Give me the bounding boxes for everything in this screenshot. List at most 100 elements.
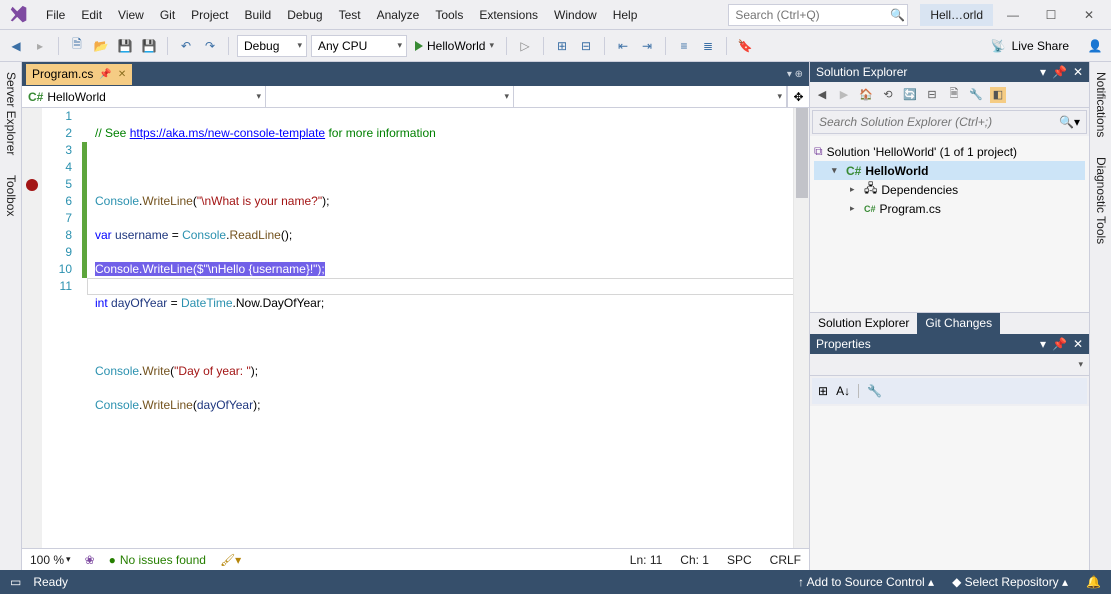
chevron-right-icon[interactable]: ▸ [850,184,860,195]
pin-icon[interactable]: 📌 [1052,65,1067,79]
code-editor[interactable]: // See https://aka.ms/new-console-templa… [87,108,793,548]
save-button[interactable]: 💾 [115,36,135,56]
project-node[interactable]: ▾ C# HelloWorld [814,161,1085,180]
select-repository[interactable]: ◆ Select Repository ▴ [952,575,1068,589]
doc-well-menu[interactable]: ▾ ⊕ [787,69,809,80]
sort-icon[interactable]: A↓ [836,384,850,398]
split-button[interactable]: ✥ [787,86,809,107]
notifications-icon[interactable]: 🔔 [1086,575,1101,589]
menu-project[interactable]: Project [183,4,236,26]
issues-icon[interactable]: ❀ [85,553,95,567]
undo-button[interactable]: ↶ [176,36,196,56]
context-member-select[interactable] [514,86,787,107]
show-all-icon[interactable]: 🗎 [946,87,962,103]
menu-file[interactable]: File [38,4,73,26]
dependencies-node[interactable]: ▸ 🖧 Dependencies [814,180,1085,199]
feedback-icon[interactable]: 👤 [1085,36,1105,56]
eol-indicator[interactable]: CRLF [770,553,801,567]
save-all-button[interactable]: 💾 [139,36,159,56]
paint-icon[interactable]: 🖌▾ [220,553,241,567]
menu-view[interactable]: View [110,4,152,26]
menu-window[interactable]: Window [546,4,605,26]
space-indicator[interactable]: SPC [727,553,752,567]
minimize-button[interactable]: — [995,2,1031,28]
solution-explorer-tab[interactable]: Solution Explorer [810,313,917,334]
solution-search[interactable]: 🔍▾ [812,110,1087,134]
line-indicator[interactable]: Ln: 11 [630,553,662,567]
vertical-scrollbar[interactable] [793,108,809,548]
close-icon[interactable]: ✕ [1073,65,1083,79]
panel-menu-icon[interactable]: ▾ [1040,337,1046,351]
pin-icon[interactable]: 📌 [99,69,111,80]
preview-icon[interactable]: ◧ [990,87,1006,103]
search-input[interactable] [735,8,890,22]
col-indicator[interactable]: Ch: 1 [680,553,709,567]
close-icon[interactable]: ✕ [118,69,126,80]
toolbox-tab[interactable]: Toolbox [0,165,21,226]
output-icon[interactable]: ▭ [10,575,21,589]
close-icon[interactable]: ✕ [1073,337,1083,351]
sync-icon[interactable]: ⟲ [880,87,896,103]
platform-select[interactable]: Any CPU [311,35,407,57]
panel-menu-icon[interactable]: ▾ [1040,65,1046,79]
indent-icon[interactable]: ⇤ [613,36,633,56]
start-debug-button[interactable]: HelloWorld ▾ [411,35,498,57]
context-project-select[interactable]: C# HelloWorld [22,86,266,107]
back-icon[interactable]: ◀ [814,87,830,103]
server-explorer-tab[interactable]: Server Explorer [0,62,21,165]
outdent-icon[interactable]: ⇥ [637,36,657,56]
pin-icon[interactable]: 📌 [1052,337,1067,351]
context-type-select[interactable] [266,86,514,107]
menu-debug[interactable]: Debug [279,4,330,26]
refresh-icon[interactable]: 🔄 [902,87,918,103]
menu-git[interactable]: Git [152,4,183,26]
maximize-button[interactable]: ☐ [1033,2,1069,28]
comment-icon[interactable]: ≡ [674,36,694,56]
close-button[interactable]: ✕ [1071,2,1107,28]
menu-build[interactable]: Build [237,4,280,26]
fwd-icon[interactable]: ▶ [836,87,852,103]
menu-tools[interactable]: Tools [427,4,471,26]
properties-dropdown[interactable]: ▾ [1078,359,1083,370]
diagnostic-tools-tab[interactable]: Diagnostic Tools [1090,147,1111,254]
categorize-icon[interactable]: ⊞ [818,384,828,398]
add-source-control[interactable]: ↑ Add to Source Control ▴ [798,575,934,589]
nav-back-button[interactable]: ◀ [6,36,26,56]
live-share-button[interactable]: Live Share [1012,39,1069,53]
open-button[interactable]: 📂 [91,36,111,56]
selected-line: Console.WriteLine($"\nHello {username}!"… [95,262,325,276]
properties-grid[interactable] [810,406,1089,570]
tool-icon[interactable]: ⊞ [552,36,572,56]
new-project-button[interactable]: 🗎 [67,36,87,56]
wrench-icon[interactable]: 🔧 [867,384,882,398]
issues-status[interactable]: ●No issues found [109,553,206,567]
document-tab-program[interactable]: Program.cs 📌 ✕ [26,64,132,85]
file-node-program[interactable]: ▸ C# Program.cs [814,199,1085,218]
home-icon[interactable]: 🏠 [858,87,874,103]
uncomment-icon[interactable]: ≣ [698,36,718,56]
solution-node[interactable]: ⧉ Solution 'HelloWorld' (1 of 1 project) [814,142,1085,161]
notifications-tab[interactable]: Notifications [1090,62,1111,147]
chevron-down-icon[interactable]: ▾ [832,165,842,176]
collapse-icon[interactable]: ⊟ [924,87,940,103]
breakpoint-gutter[interactable] [22,108,42,548]
config-select[interactable]: Debug [237,35,307,57]
zoom-select[interactable]: 100 % ▾ [30,553,71,567]
solution-search-input[interactable] [819,115,1059,129]
nav-fwd-button[interactable]: ▸ [30,36,50,56]
git-changes-tab[interactable]: Git Changes [917,313,1000,334]
quick-launch-search[interactable]: 🔍 [728,4,908,26]
solution-title-badge[interactable]: Hell…orld [920,4,993,26]
chevron-right-icon[interactable]: ▸ [850,203,860,214]
breakpoint-icon[interactable] [26,179,38,191]
menu-help[interactable]: Help [605,4,646,26]
menu-test[interactable]: Test [331,4,369,26]
tool-icon[interactable]: ⊟ [576,36,596,56]
redo-button[interactable]: ↷ [200,36,220,56]
properties-icon[interactable]: 🔧 [968,87,984,103]
menu-analyze[interactable]: Analyze [369,4,428,26]
menu-edit[interactable]: Edit [73,4,110,26]
bookmark-icon[interactable]: 🔖 [735,36,755,56]
menu-extensions[interactable]: Extensions [471,4,546,26]
start-no-debug-icon[interactable]: ▷ [515,36,535,56]
